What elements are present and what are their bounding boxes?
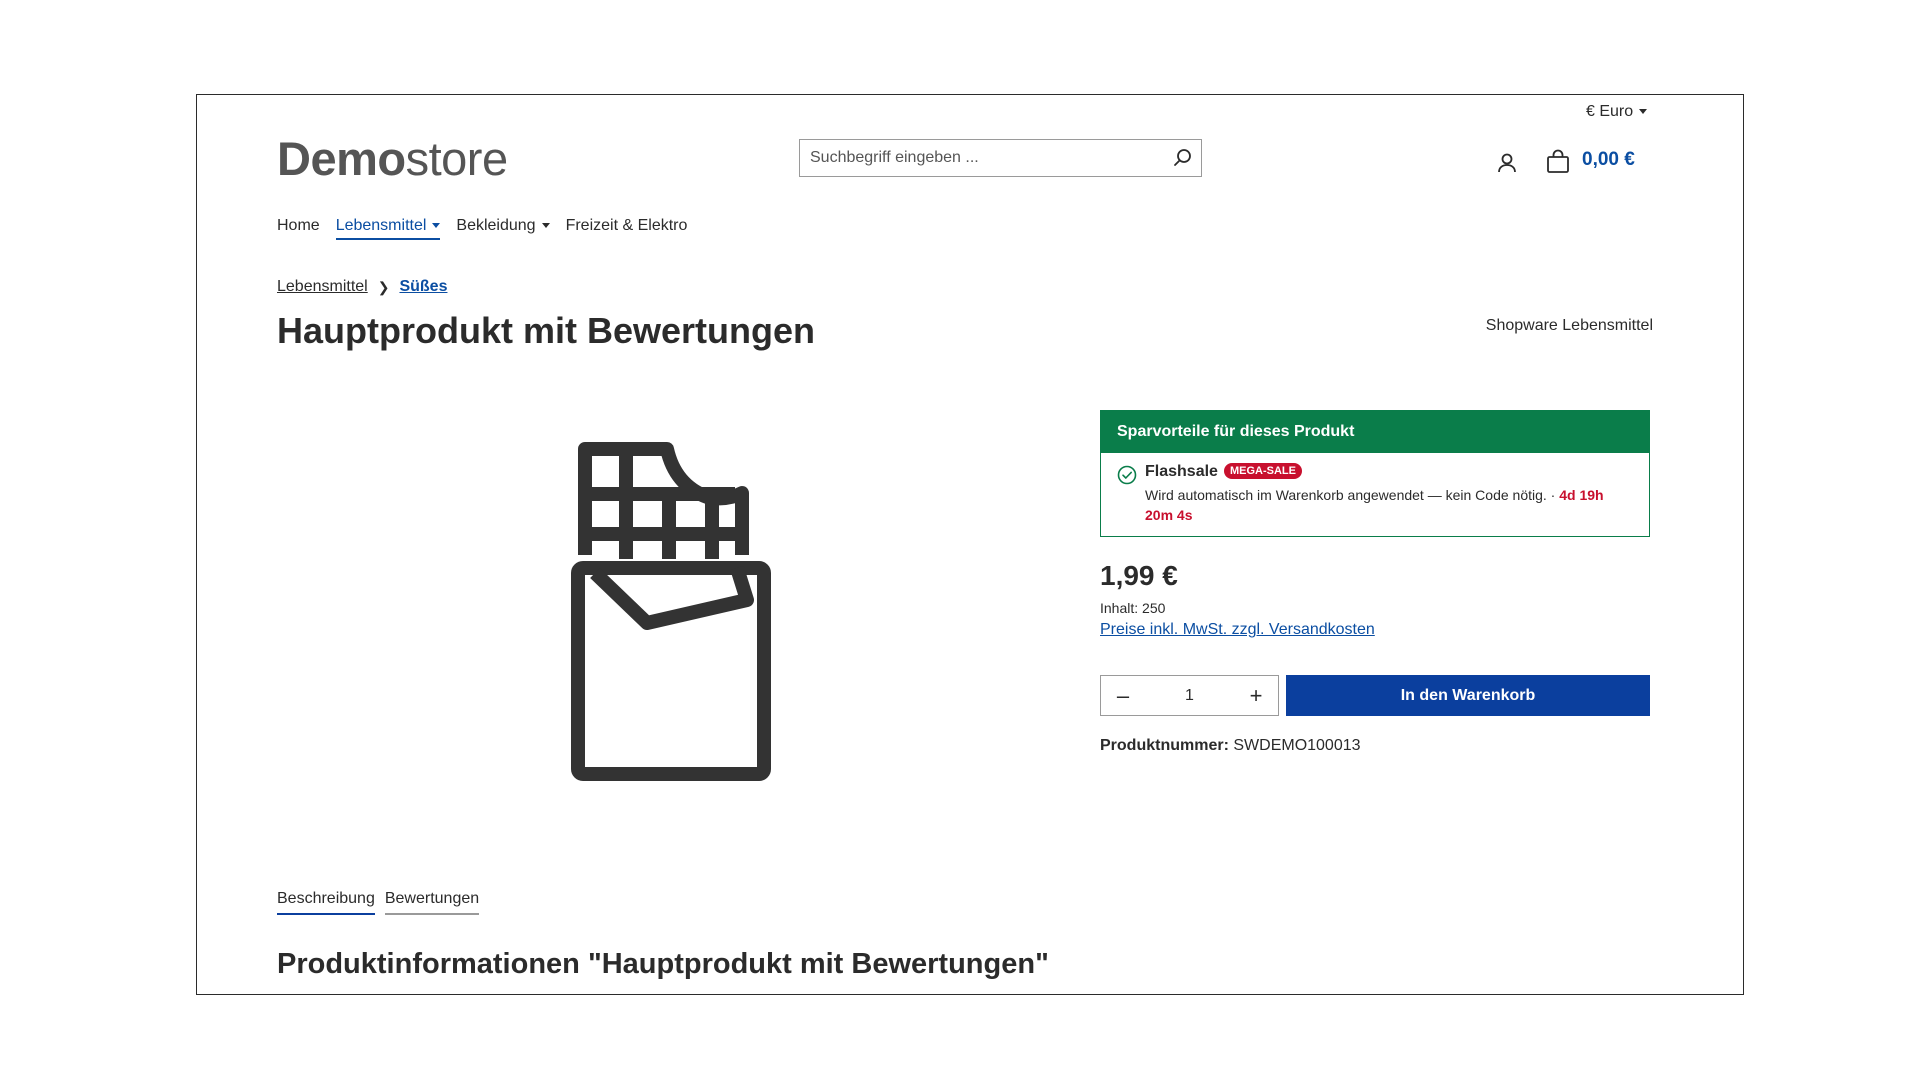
nav-item-label: Lebensmittel bbox=[335, 217, 427, 234]
nav-item-bekleidung[interactable]: Bekleidung bbox=[456, 217, 550, 240]
logo-light: store bbox=[405, 132, 509, 185]
main-navigation: Home Lebensmittel Bekleidung Freizeit & … bbox=[277, 217, 703, 240]
sale-badge: MEGA-SALE bbox=[1223, 463, 1302, 479]
product-content: Inhalt: 250 bbox=[1100, 600, 1166, 616]
deal-description: Wird automatisch im Warenkorb angewendet… bbox=[1145, 485, 1633, 525]
chevron-down-icon bbox=[432, 223, 441, 229]
nav-item-label: Home bbox=[277, 217, 320, 234]
chocolate-bar-icon[interactable] bbox=[557, 425, 807, 825]
savings-header: Sparvorteile für dieses Produkt bbox=[1101, 411, 1649, 453]
logo-bold: Demo bbox=[277, 132, 406, 185]
product-price: 1,99 € bbox=[1100, 560, 1178, 591]
sku-label: Produktnummer: bbox=[1100, 737, 1229, 754]
sku-value: SWDEMO100013 bbox=[1233, 737, 1361, 754]
decrease-quantity-button[interactable]: – bbox=[1101, 676, 1145, 715]
browser-viewport: € Euro Demostore 0,00 € Home Lebensmitte… bbox=[196, 94, 1744, 995]
nav-item-freizeit-elektro[interactable]: Freizeit & Elektro bbox=[566, 217, 688, 240]
nav-item-label: Bekleidung bbox=[456, 217, 536, 234]
deal-text: Wird automatisch im Warenkorb angewendet… bbox=[1145, 487, 1560, 503]
deal-title: Flashsale bbox=[1145, 463, 1218, 480]
tab-bewertungen[interactable]: Bewertungen bbox=[384, 890, 480, 915]
check-circle-icon bbox=[1117, 465, 1137, 485]
savings-box: Sparvorteile für dieses Produkt Flashsal… bbox=[1100, 410, 1650, 537]
product-number: Produktnummer: SWDEMO100013 bbox=[1100, 737, 1361, 755]
currency-selector[interactable]: € Euro bbox=[1586, 103, 1648, 121]
chevron-right-icon: ❯ bbox=[377, 278, 390, 295]
tab-beschreibung[interactable]: Beschreibung bbox=[277, 890, 375, 915]
chevron-down-icon bbox=[541, 223, 550, 229]
account-icon[interactable] bbox=[1495, 151, 1519, 175]
breadcrumb: Lebensmittel ❯ Süßes bbox=[277, 278, 447, 296]
cart-total[interactable]: 0,00 € bbox=[1582, 149, 1635, 171]
increase-quantity-button[interactable]: + bbox=[1234, 676, 1278, 715]
search-icon[interactable] bbox=[1165, 140, 1201, 176]
store-logo[interactable]: Demostore bbox=[277, 131, 508, 186]
breadcrumb-item-suesses[interactable]: Süßes bbox=[399, 278, 447, 296]
section-title: Produktinformationen "Hauptprodukt mit B… bbox=[277, 948, 1049, 980]
chevron-down-icon bbox=[1639, 109, 1648, 115]
quantity-stepper: – 1 + bbox=[1100, 675, 1279, 716]
product-tabs: Beschreibung Bewertungen bbox=[277, 890, 489, 915]
add-to-cart-button[interactable]: In den Warenkorb bbox=[1286, 675, 1650, 716]
cart-icon[interactable] bbox=[1545, 149, 1571, 175]
manufacturer-name: Shopware Lebensmittel bbox=[1485, 317, 1653, 334]
search-input[interactable] bbox=[800, 140, 1165, 176]
breadcrumb-item-lebensmittel[interactable]: Lebensmittel bbox=[277, 278, 368, 296]
nav-item-lebensmittel[interactable]: Lebensmittel bbox=[335, 217, 441, 240]
tax-shipping-link[interactable]: Preise inkl. MwSt. zzgl. Versandkosten bbox=[1100, 621, 1375, 639]
currency-label: € Euro bbox=[1586, 103, 1634, 120]
search-box bbox=[799, 139, 1202, 177]
nav-item-label: Freizeit & Elektro bbox=[565, 217, 688, 234]
page-title: Hauptprodukt mit Bewertungen bbox=[277, 310, 815, 351]
nav-item-home[interactable]: Home bbox=[277, 217, 320, 240]
quantity-value[interactable]: 1 bbox=[1145, 687, 1234, 705]
savings-body: Flashsale MEGA-SALE Wird automatisch im W… bbox=[1101, 453, 1649, 525]
